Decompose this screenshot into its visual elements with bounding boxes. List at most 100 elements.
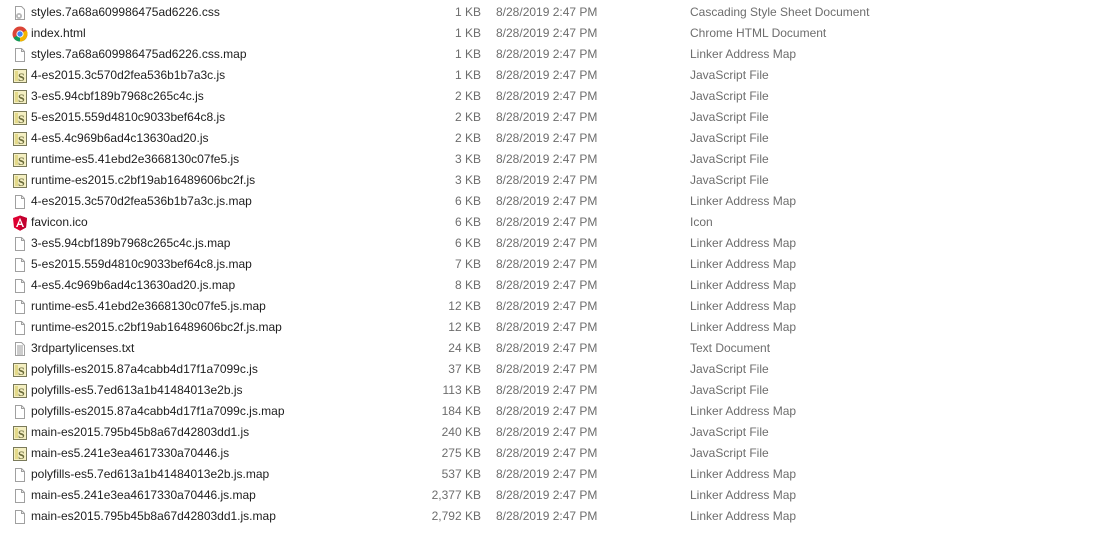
file-row[interactable]: S runtime-es2015.c2bf19ab16489606bc2f.js… bbox=[0, 170, 1108, 191]
blank-file-icon bbox=[12, 257, 28, 273]
file-name: styles.7a68a609986475ad6226.css bbox=[31, 5, 220, 19]
file-date: 8/28/2019 2:47 PM bbox=[496, 383, 598, 397]
js-file-icon: S bbox=[12, 362, 28, 378]
file-row[interactable]: S runtime-es5.41ebd2e3668130c07fe5.js 3 … bbox=[0, 149, 1108, 170]
file-row[interactable]: runtime-es5.41ebd2e3668130c07fe5.js.map … bbox=[0, 296, 1108, 317]
file-row[interactable]: favicon.ico 6 KB 8/28/2019 2:47 PM Icon bbox=[0, 212, 1108, 233]
css-file-icon bbox=[12, 5, 28, 21]
file-row[interactable]: runtime-es2015.c2bf19ab16489606bc2f.js.m… bbox=[0, 317, 1108, 338]
file-row[interactable]: S 5-es2015.559d4810c9033bef64c8.js 2 KB … bbox=[0, 107, 1108, 128]
file-name: polyfills-es2015.87a4cabb4d17f1a7099c.js… bbox=[31, 404, 285, 418]
file-size: 1 KB bbox=[454, 5, 481, 19]
file-type: Icon bbox=[690, 215, 713, 229]
file-name: main-es5.241e3ea4617330a70446.js.map bbox=[31, 488, 256, 502]
file-row[interactable]: S 3-es5.94cbf189b7968c265c4c.js 2 KB 8/2… bbox=[0, 86, 1108, 107]
file-date: 8/28/2019 2:47 PM bbox=[496, 89, 598, 103]
file-size: 7 KB bbox=[454, 257, 481, 271]
file-size: 2 KB bbox=[454, 110, 481, 124]
js-file-icon: S bbox=[12, 425, 28, 441]
file-name: polyfills-es2015.87a4cabb4d17f1a7099c.js bbox=[31, 362, 258, 376]
file-row[interactable]: S polyfills-es2015.87a4cabb4d17f1a7099c.… bbox=[0, 359, 1108, 380]
file-type: JavaScript File bbox=[690, 446, 769, 460]
file-date: 8/28/2019 2:47 PM bbox=[496, 509, 598, 523]
file-name: polyfills-es5.7ed613a1b41484013e2b.js.ma… bbox=[31, 467, 270, 481]
file-type: Linker Address Map bbox=[690, 509, 797, 523]
file-size: 2,377 KB bbox=[431, 488, 481, 502]
file-row[interactable]: styles.7a68a609986475ad6226.css 1 KB 8/2… bbox=[0, 2, 1108, 23]
file-row[interactable]: main-es5.241e3ea4617330a70446.js.map 2,3… bbox=[0, 485, 1108, 506]
blank-file-icon bbox=[12, 236, 28, 252]
file-row[interactable]: index.html 1 KB 8/28/2019 2:47 PM Chrome… bbox=[0, 23, 1108, 44]
file-type: JavaScript File bbox=[690, 68, 769, 82]
file-type: Linker Address Map bbox=[690, 236, 797, 250]
file-name: runtime-es2015.c2bf19ab16489606bc2f.js.m… bbox=[31, 320, 282, 334]
file-row[interactable]: S 4-es5.4c969b6ad4c13630ad20.js 2 KB 8/2… bbox=[0, 128, 1108, 149]
file-row[interactable]: S 4-es2015.3c570d2fea536b1b7a3c.js 1 KB … bbox=[0, 65, 1108, 86]
file-date: 8/28/2019 2:47 PM bbox=[496, 404, 598, 418]
file-name: runtime-es5.41ebd2e3668130c07fe5.js bbox=[31, 152, 240, 166]
file-date: 8/28/2019 2:47 PM bbox=[496, 26, 598, 40]
file-date: 8/28/2019 2:47 PM bbox=[496, 467, 598, 481]
svg-text:S: S bbox=[18, 175, 25, 189]
file-size: 2 KB bbox=[454, 131, 481, 145]
file-date: 8/28/2019 2:47 PM bbox=[496, 5, 598, 19]
file-row[interactable]: main-es2015.795b45b8a67d42803dd1.js.map … bbox=[0, 506, 1108, 527]
file-type: Linker Address Map bbox=[690, 320, 797, 334]
file-size: 12 KB bbox=[448, 299, 481, 313]
js-file-icon: S bbox=[12, 173, 28, 189]
file-name: main-es2015.795b45b8a67d42803dd1.js bbox=[31, 425, 250, 439]
blank-file-icon bbox=[12, 299, 28, 315]
blank-file-icon bbox=[12, 278, 28, 294]
js-file-icon: S bbox=[12, 152, 28, 168]
angular-icon bbox=[12, 215, 28, 231]
file-type: JavaScript File bbox=[690, 152, 769, 166]
file-name: 3-es5.94cbf189b7968c265c4c.js.map bbox=[31, 236, 231, 250]
file-name: 4-es5.4c969b6ad4c13630ad20.js.map bbox=[31, 278, 236, 292]
file-date: 8/28/2019 2:47 PM bbox=[496, 257, 598, 271]
svg-text:S: S bbox=[18, 112, 25, 126]
blank-file-icon bbox=[12, 194, 28, 210]
file-row[interactable]: 4-es2015.3c570d2fea536b1b7a3c.js.map 6 K… bbox=[0, 191, 1108, 212]
file-row[interactable]: polyfills-es5.7ed613a1b41484013e2b.js.ma… bbox=[0, 464, 1108, 485]
blank-file-icon bbox=[12, 404, 28, 420]
file-size: 6 KB bbox=[454, 194, 481, 208]
js-file-icon: S bbox=[12, 131, 28, 147]
file-row[interactable]: 5-es2015.559d4810c9033bef64c8.js.map 7 K… bbox=[0, 254, 1108, 275]
file-type: JavaScript File bbox=[690, 362, 769, 376]
file-row[interactable]: styles.7a68a609986475ad6226.css.map 1 KB… bbox=[0, 44, 1108, 65]
file-date: 8/28/2019 2:47 PM bbox=[496, 320, 598, 334]
svg-text:S: S bbox=[18, 385, 25, 399]
file-size: 2,792 KB bbox=[431, 509, 481, 523]
file-date: 8/28/2019 2:47 PM bbox=[496, 425, 598, 439]
file-date: 8/28/2019 2:47 PM bbox=[496, 236, 598, 250]
file-row[interactable]: 3rdpartylicenses.txt 24 KB 8/28/2019 2:4… bbox=[0, 338, 1108, 359]
js-file-icon: S bbox=[12, 110, 28, 126]
file-row[interactable]: 3-es5.94cbf189b7968c265c4c.js.map 6 KB 8… bbox=[0, 233, 1108, 254]
file-name: 5-es2015.559d4810c9033bef64c8.js.map bbox=[31, 257, 252, 271]
file-row[interactable]: polyfills-es2015.87a4cabb4d17f1a7099c.js… bbox=[0, 401, 1108, 422]
file-type: Cascading Style Sheet Document bbox=[690, 5, 870, 19]
file-date: 8/28/2019 2:47 PM bbox=[496, 68, 598, 82]
file-name: runtime-es2015.c2bf19ab16489606bc2f.js bbox=[31, 173, 256, 187]
file-row[interactable]: S main-es2015.795b45b8a67d42803dd1.js 24… bbox=[0, 422, 1108, 443]
blank-file-icon bbox=[12, 509, 28, 525]
file-date: 8/28/2019 2:47 PM bbox=[496, 173, 598, 187]
file-date: 8/28/2019 2:47 PM bbox=[496, 47, 598, 61]
file-row[interactable]: S polyfills-es5.7ed613a1b41484013e2b.js … bbox=[0, 380, 1108, 401]
file-type: Linker Address Map bbox=[690, 257, 797, 271]
file-name: main-es5.241e3ea4617330a70446.js bbox=[31, 446, 230, 460]
file-name: 4-es2015.3c570d2fea536b1b7a3c.js bbox=[31, 68, 226, 82]
file-row[interactable]: 4-es5.4c969b6ad4c13630ad20.js.map 8 KB 8… bbox=[0, 275, 1108, 296]
file-size: 113 KB bbox=[442, 383, 481, 397]
file-size: 6 KB bbox=[454, 236, 481, 250]
file-name: index.html bbox=[31, 26, 86, 40]
file-type: Text Document bbox=[690, 341, 771, 355]
file-type: JavaScript File bbox=[690, 383, 769, 397]
file-size: 240 KB bbox=[441, 425, 481, 439]
file-date: 8/28/2019 2:47 PM bbox=[496, 131, 598, 145]
file-row[interactable]: S main-es5.241e3ea4617330a70446.js 275 K… bbox=[0, 443, 1108, 464]
file-name: polyfills-es5.7ed613a1b41484013e2b.js bbox=[31, 383, 243, 397]
file-size: 1 KB bbox=[454, 47, 481, 61]
file-date: 8/28/2019 2:47 PM bbox=[496, 278, 598, 292]
file-type: JavaScript File bbox=[690, 425, 769, 439]
